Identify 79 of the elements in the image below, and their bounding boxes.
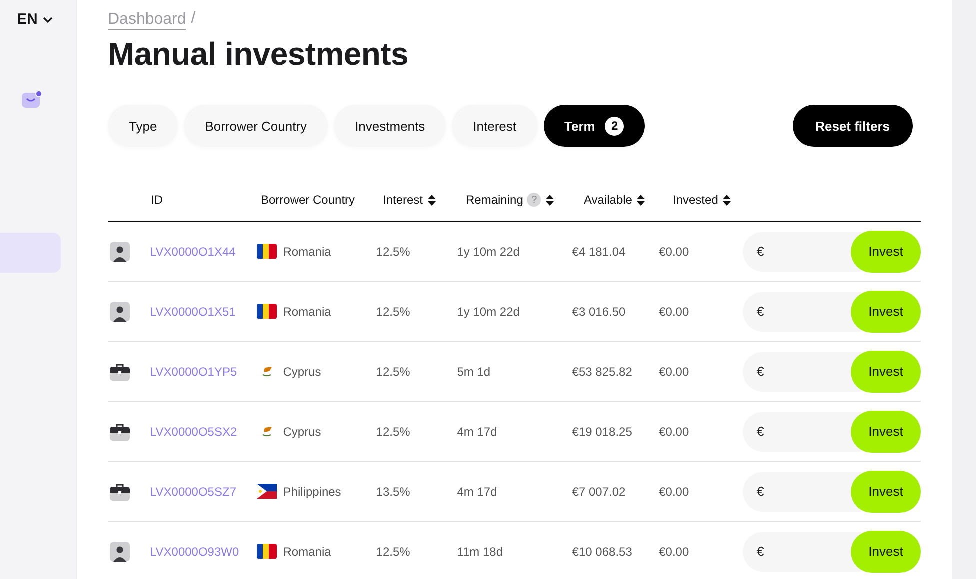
flag-icon	[257, 304, 278, 319]
table-cell: €53 825.82	[572, 364, 632, 378]
column-header: ID	[151, 193, 163, 207]
currency-symbol: €	[757, 304, 764, 319]
filter-chip[interactable]: Interest	[452, 105, 538, 147]
sort-icon	[636, 194, 646, 206]
invest-button[interactable]: Invest	[851, 410, 921, 452]
table-cell: €0.00	[659, 484, 690, 498]
briefcase-icon	[110, 362, 130, 380]
sort-icon	[545, 194, 556, 206]
currency-symbol: €	[757, 484, 764, 499]
table-cell: 12.5%	[376, 244, 410, 258]
table-cell: 12.5%	[376, 304, 410, 318]
filter-chip[interactable]: Investments	[334, 105, 446, 147]
table-cell: 1y 10m 22d	[457, 244, 520, 258]
table-cell: €10 068.53	[572, 544, 632, 558]
table-cell: €7 007.02	[572, 484, 626, 498]
flag-icon	[257, 484, 278, 499]
filter-chip[interactable]: Term 2	[544, 105, 646, 147]
table-cell: Cyprus	[283, 424, 322, 438]
table-cell: €0.00	[659, 544, 690, 558]
currency-symbol: €	[757, 364, 764, 379]
flag-icon	[257, 244, 278, 259]
table-cell: 5m 1d	[457, 364, 491, 378]
table-cell: €0.00	[659, 364, 690, 378]
table-cell: Romania	[283, 544, 332, 558]
column-header: Borrower Country	[261, 193, 356, 207]
amount-field[interactable]: €	[743, 352, 861, 392]
table-cell: €0.00	[659, 304, 690, 318]
invest-button[interactable]: Invest	[851, 530, 921, 572]
page-title: Manual investments	[108, 36, 410, 73]
amount-field[interactable]: €	[743, 292, 861, 332]
table-cell: 11m 18d	[457, 544, 504, 558]
breadcrumb-separator: /	[191, 10, 196, 29]
sort-icon	[427, 194, 438, 206]
table-cell: €4 181.04	[572, 244, 626, 258]
table-cell: 4m 17d	[457, 484, 498, 498]
amount-field[interactable]: €	[743, 232, 861, 272]
invest-button[interactable]: Invest	[851, 290, 921, 332]
table-cell: Cyprus	[283, 364, 322, 378]
person-icon	[110, 242, 130, 262]
amount-field[interactable]: €	[743, 412, 861, 452]
table-cell: 13.5%	[376, 484, 410, 498]
column-header[interactable]: Interest	[383, 193, 424, 207]
reset-filters-button[interactable]: Reset filters	[792, 105, 913, 147]
table-cell: Romania	[283, 304, 332, 318]
invest-button[interactable]: Invest	[851, 230, 921, 272]
count-badge: 2	[605, 116, 624, 136]
invest-button[interactable]: Invest	[851, 470, 921, 512]
flag-icon	[257, 544, 278, 559]
person-icon	[110, 542, 130, 562]
chevron-down-icon	[42, 16, 53, 22]
briefcase-icon	[110, 482, 130, 500]
column-header[interactable]: Available	[584, 193, 632, 207]
currency-symbol: €	[757, 244, 764, 259]
briefcase-icon	[110, 422, 130, 440]
currency-symbol: €	[757, 424, 764, 439]
amount-field[interactable]: €	[743, 472, 861, 512]
invest-button[interactable]: Invest	[851, 350, 921, 392]
table-cell: Philippines	[283, 484, 342, 498]
filter-chip[interactable]: Type	[108, 105, 178, 147]
table-cell: 12.5%	[376, 544, 410, 558]
language-selector[interactable]: EN	[17, 11, 53, 28]
column-header[interactable]: Remaining	[466, 193, 524, 207]
filter-chip[interactable]: Borrower Country	[184, 105, 328, 147]
table-cell: €3 016.50	[572, 304, 626, 318]
table-cell: €0.00	[659, 424, 690, 438]
table-cell: 1y 10m 22d	[457, 304, 520, 318]
table-cell: €0.00	[659, 244, 690, 258]
table-cell: 12.5%	[376, 364, 410, 378]
table-cell: 12.5%	[376, 424, 410, 438]
amount-field[interactable]: €	[743, 532, 861, 572]
column-header[interactable]: Invested	[673, 193, 718, 207]
table-cell: Romania	[283, 244, 332, 258]
table-cell: 4m 17d	[457, 424, 498, 438]
table-cell: €19 018.25	[572, 424, 632, 438]
sort-icon	[722, 194, 732, 206]
currency-symbol: €	[757, 544, 764, 559]
person-icon	[110, 302, 130, 322]
